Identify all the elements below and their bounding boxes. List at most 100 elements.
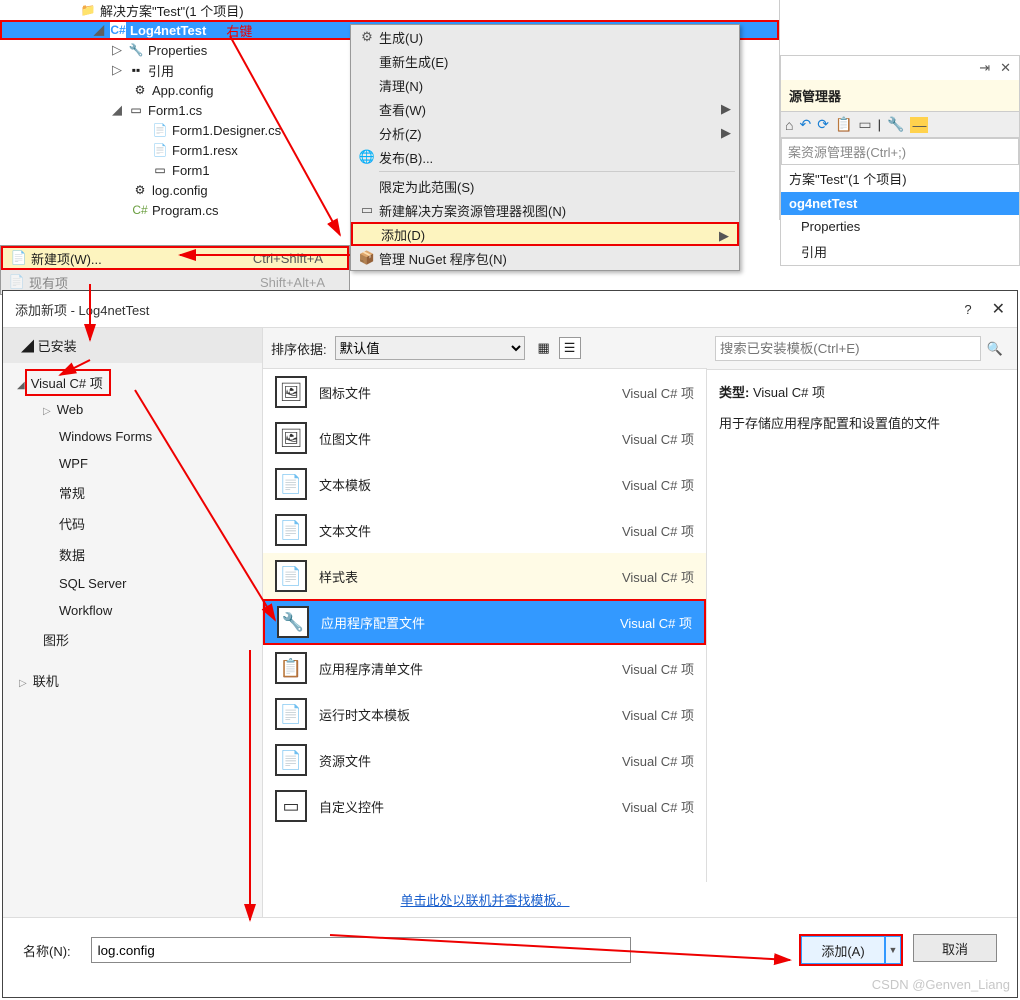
template-row[interactable]: 📄运行时文本模板Visual C# 项: [263, 691, 706, 737]
form-icon: ▭: [152, 162, 168, 178]
name-input[interactable]: [91, 937, 631, 963]
home-icon[interactable]: ⌂: [785, 117, 793, 133]
template-type: Visual C# 项: [622, 705, 694, 724]
category-code[interactable]: 代码: [3, 508, 262, 539]
add-button[interactable]: 添加(A): [801, 936, 885, 964]
tree-item[interactable]: Properties: [781, 215, 1019, 238]
template-row[interactable]: 🖼位图文件Visual C# 项: [263, 415, 706, 461]
file-icon: 📄: [5, 274, 29, 290]
search-icon[interactable]: 🔍: [981, 341, 1009, 357]
showall-icon[interactable]: ▭: [858, 116, 871, 133]
template-panel: 排序依据: 默认值 ▦ ☰ 🖼图标文件Visual C# 项🖼位图文件Visua…: [263, 328, 707, 917]
menu-nuget[interactable]: 📦管理 NuGet 程序包(N): [351, 246, 739, 270]
template-type: Visual C# 项: [622, 751, 694, 770]
wrench-icon[interactable]: 🔧: [887, 116, 904, 133]
category-sql[interactable]: SQL Server: [3, 570, 262, 597]
category-winforms[interactable]: Windows Forms: [3, 423, 262, 450]
chevron-right-icon: ▶: [719, 228, 729, 244]
menu-build[interactable]: ⚙生成(U): [351, 25, 739, 49]
category-web[interactable]: Web: [3, 396, 262, 423]
template-type: Visual C# 项: [622, 797, 694, 816]
project-label: Log4netTest: [130, 23, 206, 38]
template-type: Visual C# 项: [622, 383, 694, 402]
category-data[interactable]: 数据: [3, 539, 262, 570]
close-icon[interactable]: ✕: [1000, 60, 1011, 76]
solution-node[interactable]: 📁 解决方案"Test"(1 个项目): [0, 0, 779, 20]
template-description: 类型: Visual C# 项 用于存储应用程序配置和设置值的文件: [707, 370, 1007, 444]
template-name: 位图文件: [319, 429, 371, 448]
menu-scope[interactable]: 限定为此范围(S): [351, 174, 739, 198]
sort-dropdown[interactable]: 默认值: [335, 336, 525, 360]
solution-explorer-panel: ⇥✕ 源管理器 ⌂↶⟳📋▭ | 🔧— 案资源管理器(Ctrl+;) 方案"Tes…: [780, 55, 1020, 266]
nuget-icon: 📦: [355, 250, 379, 266]
submenu-new-item[interactable]: 📄 新建项(W)... Ctrl+Shift+A: [1, 246, 349, 270]
search-templates-input[interactable]: [715, 336, 981, 361]
template-row[interactable]: ▭自定义控件Visual C# 项: [263, 783, 706, 829]
template-row[interactable]: 📄文本文件Visual C# 项: [263, 507, 706, 553]
project-node[interactable]: og4netTest: [781, 192, 1019, 215]
references-icon: ▪▪: [128, 62, 144, 78]
view-grid-icon[interactable]: ▦: [533, 337, 555, 359]
category-graphics[interactable]: 图形: [3, 624, 262, 655]
template-icon: 📄: [275, 698, 307, 730]
template-row[interactable]: 📄资源文件Visual C# 项: [263, 737, 706, 783]
online-link[interactable]: 单击此处以联机并查找模板。: [263, 882, 707, 917]
menu-publish[interactable]: 🌐发布(B)...: [351, 145, 739, 169]
cs-file-icon: 📄: [152, 122, 168, 138]
back-icon[interactable]: ↶: [799, 116, 811, 133]
refresh-icon[interactable]: ⟳: [817, 116, 829, 133]
category-general[interactable]: 常规: [3, 477, 262, 508]
tree-item[interactable]: 引用: [781, 238, 1019, 265]
cancel-button[interactable]: 取消: [913, 934, 997, 962]
template-name: 图标文件: [319, 383, 371, 402]
template-row[interactable]: 🔧应用程序配置文件Visual C# 项: [263, 599, 706, 645]
template-row[interactable]: 📋应用程序清单文件Visual C# 项: [263, 645, 706, 691]
template-row[interactable]: 📄 文本模板 Visual C# 项: [263, 461, 706, 507]
pin-icon[interactable]: ⇥: [979, 60, 990, 76]
dialog-title: 添加新项 - Log4netTest: [15, 300, 149, 319]
wrench-icon: 🔧: [128, 42, 144, 58]
category-panel: ◢ 已安装 Visual C# 项 Web Windows Forms WPF …: [3, 328, 263, 917]
type-desc: 用于存储应用程序配置和设置值的文件: [719, 413, 995, 432]
csharp-project-icon: C#: [110, 22, 126, 38]
new-file-icon: 📄: [7, 250, 31, 266]
view-list-icon[interactable]: ☰: [559, 337, 581, 359]
template-type: Visual C# 项: [622, 521, 694, 540]
panel-toolbar: ⌂↶⟳📋▭ | 🔧—: [781, 111, 1019, 138]
menu-rebuild[interactable]: 重新生成(E): [351, 49, 739, 73]
category-csharp[interactable]: Visual C# 项: [25, 369, 111, 396]
build-icon: ⚙: [355, 29, 379, 45]
menu-newview[interactable]: ▭新建解决方案资源管理器视图(N): [351, 198, 739, 222]
installed-header[interactable]: ◢ 已安装: [3, 328, 262, 363]
template-type: Visual C# 项: [622, 475, 694, 494]
resx-icon: 📄: [152, 142, 168, 158]
template-icon: 📄: [275, 560, 307, 592]
template-type: Visual C# 项: [622, 659, 694, 678]
tree-item[interactable]: 方案"Test"(1 个项目): [781, 165, 1019, 192]
template-icon: 📄: [275, 744, 307, 776]
template-icon: 📄: [275, 468, 307, 500]
template-icon: 📄: [275, 514, 307, 546]
copy-icon[interactable]: 📋: [835, 116, 852, 133]
template-name: 应用程序配置文件: [321, 613, 425, 632]
category-wpf[interactable]: WPF: [3, 450, 262, 477]
shortcut-label: Shift+Alt+A: [260, 275, 325, 290]
sort-label: 排序依据:: [271, 339, 327, 358]
search-input[interactable]: 案资源管理器(Ctrl+;): [781, 138, 1019, 165]
menu-add[interactable]: 添加(D)▶: [351, 222, 739, 246]
add-button-dropdown[interactable]: ▼: [885, 936, 901, 964]
template-row[interactable]: 📄样式表Visual C# 项: [263, 553, 706, 599]
template-row[interactable]: 🖼图标文件Visual C# 项: [263, 369, 706, 415]
add-new-item-dialog: 添加新项 - Log4netTest ? ✕ ◢ 已安装 Visual C# 项 …: [2, 290, 1018, 998]
menu-analyze[interactable]: 分析(Z)▶: [351, 121, 739, 145]
category-workflow[interactable]: Workflow: [3, 597, 262, 624]
close-icon[interactable]: ✕: [992, 301, 1005, 318]
template-name: 文本模板: [319, 475, 371, 494]
shortcut-label: Ctrl+Shift+A: [253, 251, 323, 266]
menu-view[interactable]: 查看(W)▶: [351, 97, 739, 121]
help-button[interactable]: ?: [964, 302, 971, 317]
menu-clean[interactable]: 清理(N): [351, 73, 739, 97]
panel-controls: ⇥✕: [781, 56, 1019, 80]
panel-title: 源管理器: [781, 80, 1019, 111]
category-online[interactable]: 联机: [3, 665, 262, 696]
